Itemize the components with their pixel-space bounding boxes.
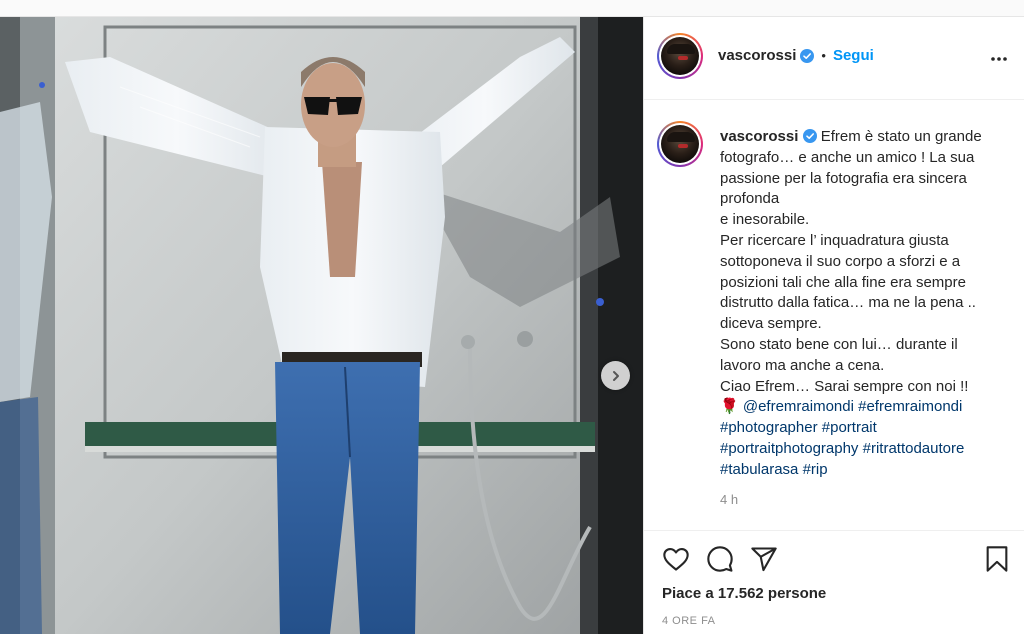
hashtag-link[interactable]: #efremraimondi [858, 398, 962, 415]
next-photo-button[interactable] [601, 361, 630, 390]
share-icon [751, 547, 777, 572]
caption-line: Sono stato bene con lui… durante il [720, 335, 958, 353]
post-header: vascorossi • Segui [644, 17, 1024, 100]
top-bar [0, 0, 1024, 17]
likes-count[interactable]: Piace a 17.562 persone [662, 585, 826, 602]
caption-line: passione per la fotografia era sincera [720, 169, 967, 187]
action-bar [662, 545, 778, 578]
more-options-button[interactable] [990, 49, 1008, 67]
share-button[interactable] [750, 545, 778, 578]
caption-line: lavoro ma anche a cena. [720, 356, 885, 374]
caption-avatar[interactable] [657, 121, 703, 167]
more-options-icon [991, 57, 1007, 61]
avatar[interactable] [657, 33, 703, 79]
caption-line: Ciao Efrem… Sarai sempre con noi !! [720, 377, 969, 395]
mention-link[interactable]: @efremraimondi [743, 398, 854, 415]
comment-button[interactable] [706, 545, 734, 578]
post-photo[interactable] [0, 17, 643, 634]
caption-line: e inesorabile. [720, 211, 810, 229]
caption-username[interactable]: vascorossi [720, 128, 798, 145]
photo-illustration [0, 17, 643, 634]
post-side-panel: vascorossi • Segui vascorossi Efrem è st… [643, 17, 1024, 634]
caption-line: Per ricercare l’ inquadratura giusta [720, 231, 949, 249]
save-button[interactable] [983, 545, 1011, 578]
hashtag-link[interactable]: #rip [803, 461, 828, 478]
chevron-right-icon [612, 370, 619, 381]
caption-line: distrutto dalla fatica… ma ne la pena .. [720, 294, 976, 312]
caption-line: diceva sempre. [720, 315, 822, 333]
post-date[interactable]: 4 ORE FA [662, 615, 716, 627]
hashtag-link[interactable]: #photographer [720, 419, 818, 436]
caption-line: profonda [720, 190, 780, 208]
follow-button[interactable]: Segui [833, 47, 874, 64]
author-username[interactable]: vascorossi [718, 47, 796, 64]
caption-text: vascorossi Efrem è stato un grande fotog… [720, 127, 1012, 481]
verified-badge-icon [800, 48, 815, 63]
rose-emoji: 🌹 [720, 398, 739, 416]
hashtag-link[interactable]: #tabularasa [720, 461, 798, 478]
caption-line: posizioni tali che alla fine era sempre [720, 273, 966, 291]
like-button[interactable] [662, 545, 690, 578]
caption-section: vascorossi Efrem è stato un grande fotog… [644, 101, 1024, 531]
caption-line: sottoponeva il suo corpo a sforzi e a [720, 252, 961, 270]
hashtag-link[interactable]: #portraitphotography [720, 440, 858, 457]
bookmark-icon [986, 546, 1008, 572]
caption-line: Efrem è stato un grande [820, 128, 982, 145]
separator-dot: • [821, 48, 826, 63]
comment-icon [707, 546, 733, 572]
post-actions: Piace a 17.562 persone 4 ORE FA [644, 530, 1024, 634]
heart-icon [663, 548, 689, 571]
caption-timestamp[interactable]: 4 h [720, 492, 738, 507]
author-row: vascorossi • Segui [718, 47, 874, 64]
hashtag-link[interactable]: #ritrattodautore [863, 440, 965, 457]
verified-badge-icon [802, 129, 817, 143]
hashtag-link[interactable]: #portrait [822, 419, 877, 436]
caption-line: fotografo… e anche un amico ! La sua [720, 148, 975, 166]
